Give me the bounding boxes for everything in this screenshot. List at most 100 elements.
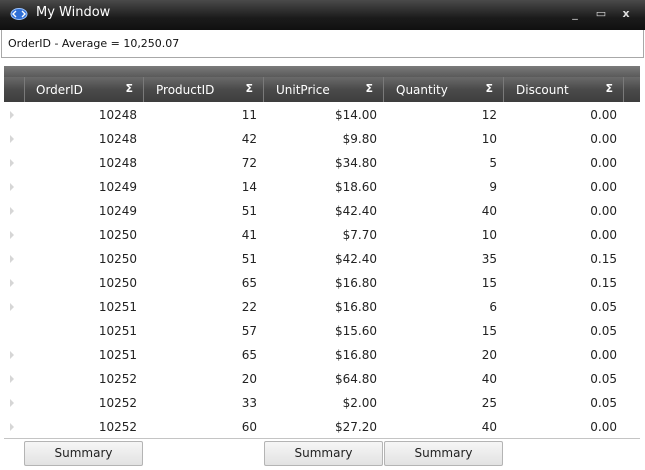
row-indicator-icon[interactable]: [10, 399, 14, 407]
column-header-discount[interactable]: Discount Σ: [505, 77, 624, 102]
table-cell[interactable]: $42.40: [265, 252, 377, 266]
table-row[interactable]: 10250 51 $42.40 35 0.15: [4, 247, 640, 271]
table-cell[interactable]: 0.15: [505, 252, 617, 266]
table-row[interactable]: 10252 20 $64.80 40 0.05: [4, 367, 640, 391]
row-indicator-icon[interactable]: [10, 351, 14, 359]
table-cell[interactable]: 40: [385, 372, 497, 386]
summary-button-quantity[interactable]: Summary: [384, 441, 503, 466]
table-cell[interactable]: 20: [385, 348, 497, 362]
table-cell[interactable]: $64.80: [265, 372, 377, 386]
column-header-unitprice[interactable]: UnitPrice Σ: [265, 77, 384, 102]
table-cell[interactable]: 10250: [25, 252, 137, 266]
table-row[interactable]: 10248 42 $9.80 10 0.00: [4, 127, 640, 151]
table-row[interactable]: 10251 57 $15.60 15 0.05: [4, 319, 640, 343]
table-cell[interactable]: 5: [385, 156, 497, 170]
table-cell[interactable]: 9: [385, 180, 497, 194]
column-header-orderid[interactable]: OrderID Σ: [25, 77, 144, 102]
table-cell[interactable]: 10250: [25, 228, 137, 242]
table-cell[interactable]: 25: [385, 396, 497, 410]
table-row[interactable]: 10249 14 $18.60 9 0.00: [4, 175, 640, 199]
table-cell[interactable]: $2.00: [265, 396, 377, 410]
table-cell[interactable]: $7.70: [265, 228, 377, 242]
table-cell[interactable]: 65: [145, 348, 257, 362]
table-cell[interactable]: $16.80: [265, 300, 377, 314]
table-cell[interactable]: 35: [385, 252, 497, 266]
table-cell[interactable]: 10250: [25, 276, 137, 290]
table-row[interactable]: 10248 11 $14.00 12 0.00: [4, 103, 640, 127]
table-cell[interactable]: 0.05: [505, 372, 617, 386]
table-cell[interactable]: 0.00: [505, 156, 617, 170]
table-cell[interactable]: 10248: [25, 132, 137, 146]
table-cell[interactable]: 0.15: [505, 276, 617, 290]
table-row[interactable]: 10251 22 $16.80 6 0.05: [4, 295, 640, 319]
table-cell[interactable]: 10248: [25, 156, 137, 170]
table-cell[interactable]: 0.00: [505, 108, 617, 122]
table-row[interactable]: 10248 72 $34.80 5 0.00: [4, 151, 640, 175]
table-cell[interactable]: 6: [385, 300, 497, 314]
table-cell[interactable]: 10252: [25, 396, 137, 410]
table-cell[interactable]: 51: [145, 204, 257, 218]
table-cell[interactable]: 10: [385, 132, 497, 146]
row-indicator-icon[interactable]: [10, 207, 14, 215]
table-cell[interactable]: 51: [145, 252, 257, 266]
table-cell[interactable]: 10249: [25, 180, 137, 194]
column-header-productid[interactable]: ProductID Σ: [145, 77, 264, 102]
table-cell[interactable]: 15: [385, 276, 497, 290]
table-cell[interactable]: $18.60: [265, 180, 377, 194]
table-row[interactable]: 10251 65 $16.80 20 0.00: [4, 343, 640, 367]
table-cell[interactable]: 65: [145, 276, 257, 290]
sigma-icon[interactable]: Σ: [365, 82, 373, 95]
table-cell[interactable]: $27.20: [265, 420, 377, 434]
sigma-icon[interactable]: Σ: [245, 82, 253, 95]
table-cell[interactable]: 11: [145, 108, 257, 122]
table-row[interactable]: 10249 51 $42.40 40 0.00: [4, 199, 640, 223]
sigma-icon[interactable]: Σ: [125, 82, 133, 95]
table-cell[interactable]: 12: [385, 108, 497, 122]
row-indicator-icon[interactable]: [10, 159, 14, 167]
table-cell[interactable]: 57: [145, 324, 257, 338]
row-indicator-icon[interactable]: [10, 231, 14, 239]
row-indicator-icon[interactable]: [10, 279, 14, 287]
column-header-quantity[interactable]: Quantity Σ: [385, 77, 504, 102]
table-cell[interactable]: $14.00: [265, 108, 377, 122]
table-cell[interactable]: 41: [145, 228, 257, 242]
table-cell[interactable]: 20: [145, 372, 257, 386]
row-indicator-icon[interactable]: [10, 423, 14, 431]
table-cell[interactable]: $9.80: [265, 132, 377, 146]
table-row[interactable]: 10252 33 $2.00 25 0.05: [4, 391, 640, 415]
table-cell[interactable]: 42: [145, 132, 257, 146]
table-cell[interactable]: 10252: [25, 420, 137, 434]
row-indicator-icon[interactable]: [10, 375, 14, 383]
sigma-icon[interactable]: Σ: [485, 82, 493, 95]
table-cell[interactable]: 10251: [25, 324, 137, 338]
row-indicator-icon[interactable]: [10, 303, 14, 311]
table-cell[interactable]: 60: [145, 420, 257, 434]
table-cell[interactable]: 40: [385, 420, 497, 434]
table-cell[interactable]: 10248: [25, 108, 137, 122]
table-cell[interactable]: $15.60: [265, 324, 377, 338]
table-cell[interactable]: 10252: [25, 372, 137, 386]
table-cell[interactable]: 0.00: [505, 132, 617, 146]
table-cell[interactable]: 72: [145, 156, 257, 170]
table-cell[interactable]: 0.05: [505, 396, 617, 410]
table-cell[interactable]: 15: [385, 324, 497, 338]
table-cell[interactable]: 0.00: [505, 420, 617, 434]
summary-button-orderid[interactable]: Summary: [24, 441, 143, 466]
table-row[interactable]: 10250 41 $7.70 10 0.00: [4, 223, 640, 247]
minimize-button[interactable]: _: [566, 6, 584, 22]
table-cell[interactable]: 0.05: [505, 324, 617, 338]
row-indicator-icon[interactable]: [10, 111, 14, 119]
table-cell[interactable]: 40: [385, 204, 497, 218]
table-cell[interactable]: $16.80: [265, 276, 377, 290]
table-cell[interactable]: 10: [385, 228, 497, 242]
table-row[interactable]: 10252 60 $27.20 40 0.00: [4, 415, 640, 439]
table-cell[interactable]: 10251: [25, 348, 137, 362]
table-cell[interactable]: $16.80: [265, 348, 377, 362]
summary-button-unitprice[interactable]: Summary: [264, 441, 383, 466]
table-cell[interactable]: 0.00: [505, 348, 617, 362]
table-cell[interactable]: 0.00: [505, 228, 617, 242]
table-cell[interactable]: 10249: [25, 204, 137, 218]
sigma-icon[interactable]: Σ: [605, 82, 613, 95]
table-cell[interactable]: 0.05: [505, 300, 617, 314]
row-indicator-icon[interactable]: [10, 135, 14, 143]
